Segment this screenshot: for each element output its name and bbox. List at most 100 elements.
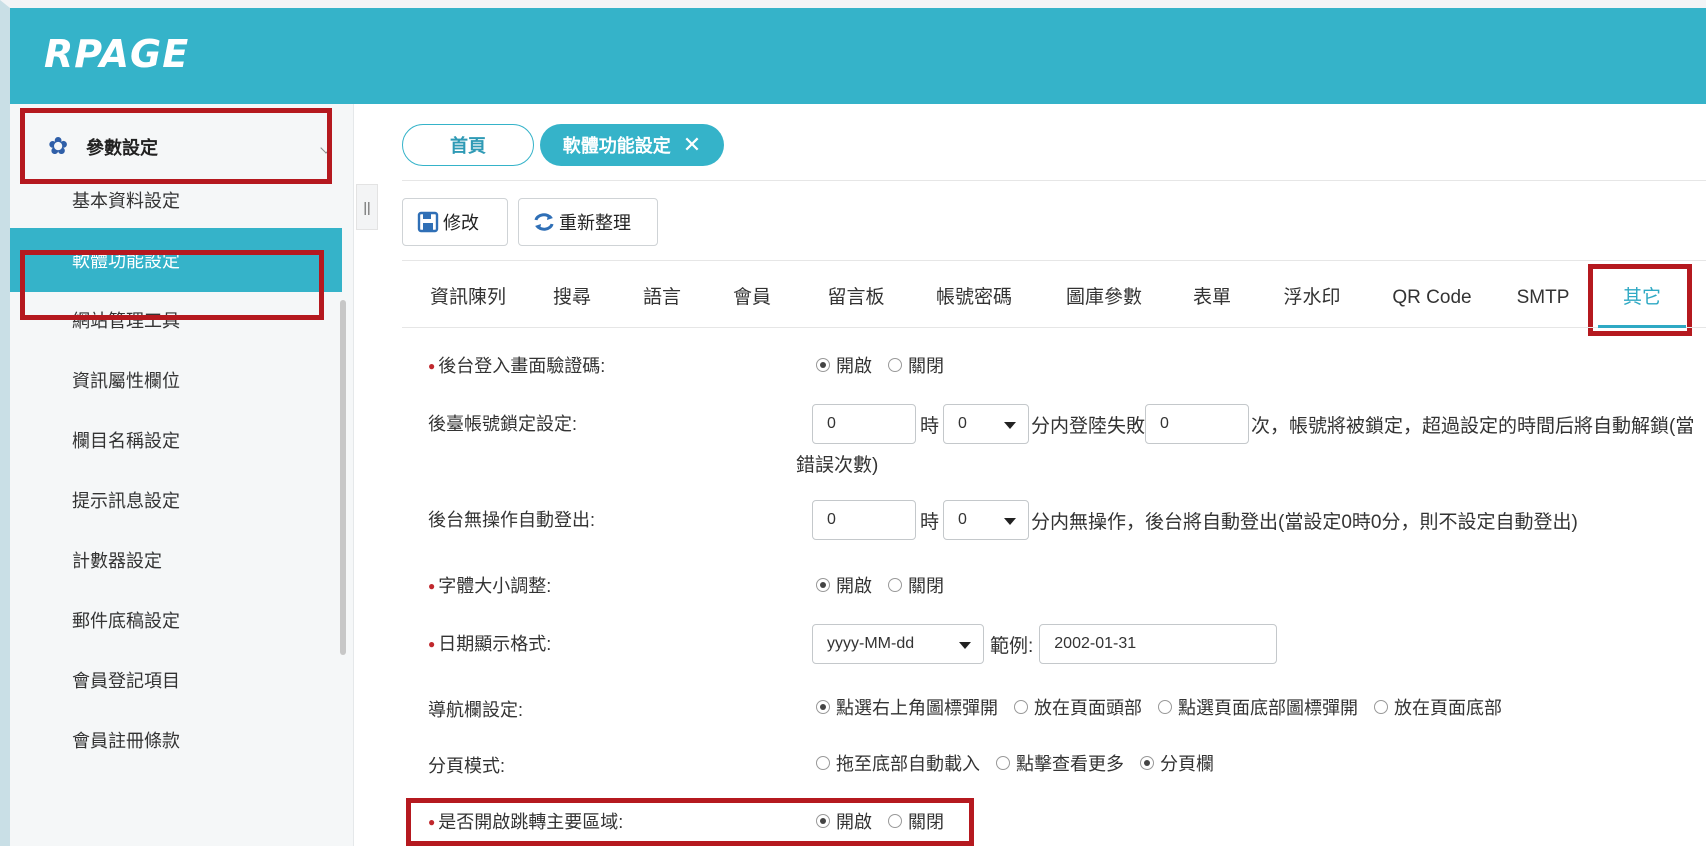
sidebar-item-column-names[interactable]: 欄目名稱設定 [10,408,342,472]
tab-guestbook[interactable]: 留言板 [824,268,888,328]
lock-hours-input[interactable]: 0 [812,404,916,444]
sidebar-item-label: 計數器設定 [72,551,162,571]
refresh-button[interactable]: 重新整理 [518,198,658,246]
date-format-controls: yyyy-MM-dd 範例: 2002-01-31 [812,624,1278,664]
required-mark: ● [428,637,436,651]
field-label-account-lock: 後臺帳號鎖定設定: [428,414,578,434]
paging-option-autoload[interactable]: 拖至底部自動載入 [812,750,980,776]
sidebar-item-mail-templates[interactable]: 郵件底稿設定 [10,588,342,652]
captcha-off-option[interactable]: 關閉 [884,352,944,378]
jump-off-option[interactable]: 關閉 [884,808,944,834]
dropdown-arrow-icon [959,642,971,649]
sidebar-item-counter[interactable]: 計數器設定 [10,528,342,592]
font-size-on-option[interactable]: 開啟 [812,572,872,598]
paging-option-more[interactable]: 點擊查看更多 [992,750,1124,776]
radio-selected[interactable] [816,358,830,372]
required-mark: ● [428,359,436,373]
paging-radio-group: 拖至底部自動載入 點擊查看更多 分頁欄 [812,750,1226,776]
radio-unselected[interactable] [888,578,902,592]
tab-software-features[interactable]: 軟體功能設定 ✕ [540,124,724,166]
lock-count-input[interactable]: 0 [1145,404,1250,444]
sidebar-item-label: 基本資料設定 [72,191,180,211]
dropdown-arrow-icon [1004,422,1017,429]
jump-on-option[interactable]: 開啟 [812,808,872,834]
radio-unselected[interactable] [996,756,1010,770]
tab-smtp[interactable]: SMTP [1514,268,1572,328]
close-icon[interactable]: ✕ [683,132,701,158]
tab-qr-code[interactable]: QR Code [1386,268,1478,328]
tab-home[interactable]: 首頁 [402,124,534,166]
sidebar-item-basic-info[interactable]: 基本資料設定 [10,168,342,232]
jump-radio-group: 開啟 關閉 [812,808,956,834]
sidebar-item-messages[interactable]: 提示訊息設定 [10,468,342,532]
tab-label: 軟體功能設定 [562,136,671,156]
sidebar-item-label: 會員註冊條款 [72,731,180,751]
nav-option-bottom-icon[interactable]: 點選頁面底部圖標彈開 [1154,694,1358,720]
nav-option-header[interactable]: 放在頁面頭部 [1010,694,1142,720]
required-mark: ● [428,815,436,829]
save-button[interactable]: 修改 [402,198,508,246]
sidebar: ✿ 參數設定 基本資料設定 軟體功能設定 網站管理工具 資訊屬性欄位 欄目名稱設… [10,104,354,846]
lock-minutes-select[interactable]: 0 [943,404,1030,444]
radio-unselected[interactable] [1158,700,1172,714]
top-bar: RPAGE [10,8,1706,104]
sidebar-item-label: 軟體功能設定 [72,251,180,271]
radio-selected[interactable] [816,578,830,592]
sidebar-scrollbar[interactable] [340,300,346,655]
field-label-paging-mode: 分頁模式: [428,756,506,776]
radio-selected[interactable] [1140,756,1154,770]
sidebar-item-software-features[interactable]: 軟體功能設定 [10,228,342,292]
tab-info-display[interactable]: 資訊陳列 [426,268,510,328]
lock-minutes-text: 分内登陸失敗 [1031,415,1146,437]
idle-hours-input[interactable]: 0 [812,500,916,540]
captcha-on-option[interactable]: 開啟 [812,352,872,378]
field-label-font-size: ● 字體大小調整: [428,576,552,596]
sidebar-section-label: 參數設定 [86,138,158,158]
hours-unit: 時 [920,415,940,437]
field-label-idle-logout: 後台無操作自動登出: [428,510,596,530]
field-label-captcha: ● 後台登入畫面驗證碼: [428,356,606,376]
radio-selected[interactable] [816,814,830,828]
idle-minutes-select[interactable]: 0 [943,500,1030,540]
field-label-jump-main: ● 是否開啟跳轉主要區域: [428,812,624,832]
radio-unselected[interactable] [1374,700,1388,714]
sidebar-item-label: 欄目名稱設定 [72,431,180,451]
tab-other[interactable]: 其它 [1598,268,1686,328]
chevron-down-icon[interactable] [320,142,332,154]
date-example-label: 範例: [990,635,1034,657]
radio-selected[interactable] [816,700,830,714]
hours-unit: 時 [920,511,940,533]
feature-tabs: 資訊陳列 搜尋 語言 會員 留言板 帳號密碼 圖庫參數 表單 浮水印 QR Co… [402,268,1706,328]
radio-unselected[interactable] [888,814,902,828]
tab-language[interactable]: 語言 [640,268,684,328]
sidebar-item-info-attributes[interactable]: 資訊屬性欄位 [10,348,342,412]
date-format-select[interactable]: yyyy-MM-dd [812,624,984,664]
radio-unselected[interactable] [888,358,902,372]
radio-unselected[interactable] [1014,700,1028,714]
lock-description-cont: 錯誤次數) [796,455,879,476]
radio-unselected[interactable] [816,756,830,770]
tab-form[interactable]: 表單 [1190,268,1234,328]
nav-option-top-right[interactable]: 點選右上角圖標彈開 [812,694,998,720]
captcha-radio-group: 開啟 關閉 [812,352,956,378]
tab-member[interactable]: 會員 [730,268,774,328]
sidebar-item-member-fields[interactable]: 會員登記項目 [10,648,342,712]
divider [402,260,1706,261]
sidebar-item-label: 會員登記項目 [72,671,180,691]
tab-search[interactable]: 搜尋 [550,268,594,328]
paging-option-pager[interactable]: 分頁欄 [1136,750,1214,776]
floppy-disk-icon [417,211,439,233]
tab-watermark[interactable]: 浮水印 [1280,268,1344,328]
tab-gallery-params[interactable]: 圖庫參數 [1062,268,1146,328]
sidebar-collapse-handle[interactable]: || [356,184,378,230]
idle-logout-controls: 0 時 0 分内無操作，後台將自動登出(當設定0時0分，則不設定自動登出) [812,500,1578,540]
tab-account-password[interactable]: 帳號密碼 [932,268,1016,328]
save-label: 修改 [443,213,479,233]
font-size-off-option[interactable]: 關閉 [884,572,944,598]
sidebar-item-site-tools[interactable]: 網站管理工具 [10,288,342,352]
sidebar-item-member-terms[interactable]: 會員註冊條款 [10,708,342,772]
nav-option-bottom[interactable]: 放在頁面底部 [1370,694,1502,720]
sidebar-item-label: 網站管理工具 [72,311,180,331]
required-mark: ● [428,579,436,593]
date-example-input[interactable]: 2002-01-31 [1039,624,1278,664]
